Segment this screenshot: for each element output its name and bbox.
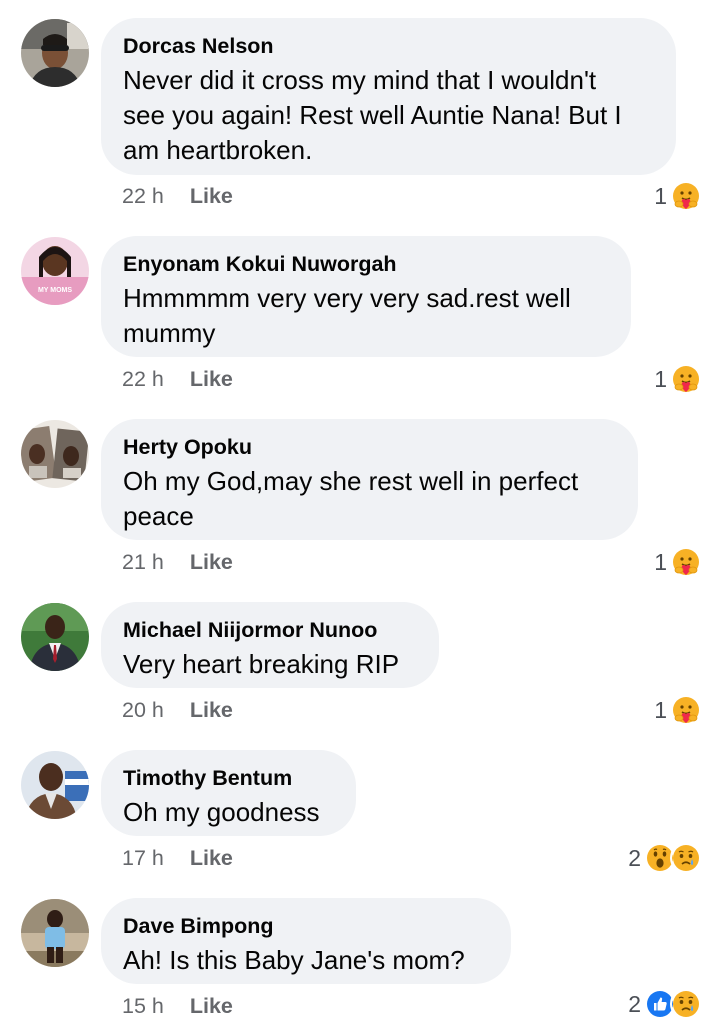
- comment-timestamp[interactable]: 20 h: [122, 698, 164, 723]
- comment-author[interactable]: Herty Opoku: [123, 434, 616, 460]
- reaction-count: 1: [654, 696, 667, 723]
- sad-reaction-icon: [670, 988, 702, 1020]
- sad-reaction-icon: [670, 842, 702, 874]
- comment-actions: 22 h Like: [122, 367, 233, 392]
- comment-actions: 20 h Like: [122, 698, 233, 723]
- reaction-summary[interactable]: 1: [654, 180, 702, 212]
- avatar[interactable]: [21, 751, 89, 819]
- care-reaction-icon: [670, 694, 702, 726]
- comment-bubble: Dorcas Nelson Never did it cross my mind…: [101, 18, 676, 175]
- comment-actions: 22 h Like: [122, 184, 233, 209]
- comment-text: Oh my God,may she rest well in perfect p…: [123, 466, 579, 531]
- avatar[interactable]: [21, 899, 89, 967]
- comment-actions: 15 h Like: [122, 994, 233, 1019]
- comment-bubble: Enyonam Kokui Nuworgah Hmmmmm very very …: [101, 236, 631, 357]
- comment-timestamp[interactable]: 22 h: [122, 367, 164, 392]
- like-button[interactable]: Like: [190, 994, 233, 1019]
- avatar[interactable]: [21, 19, 89, 87]
- like-button[interactable]: Like: [190, 184, 233, 209]
- avatar[interactable]: [21, 420, 89, 488]
- comment-author[interactable]: Timothy Bentum: [123, 765, 334, 791]
- avatar[interactable]: MY MOMS: [21, 237, 89, 305]
- comment-bubble: Michael Niijormor Nunoo Very heart break…: [101, 602, 439, 688]
- reaction-summary[interactable]: 1: [654, 694, 702, 726]
- like-button[interactable]: Like: [190, 550, 233, 575]
- comment-text: Very heart breaking RIP: [123, 649, 400, 679]
- comment-text: Oh my goodness: [123, 797, 320, 827]
- reaction-count: 2: [628, 844, 641, 871]
- reaction-count: 2: [628, 990, 641, 1017]
- like-button[interactable]: Like: [190, 846, 233, 871]
- care-reaction-icon: [670, 546, 702, 578]
- care-reaction-icon: [670, 180, 702, 212]
- like-button[interactable]: Like: [190, 698, 233, 723]
- comment-author[interactable]: Enyonam Kokui Nuworgah: [123, 251, 609, 277]
- reaction-count: 1: [654, 182, 667, 209]
- like-button[interactable]: Like: [190, 367, 233, 392]
- comment-text: Hmmmmm very very very sad.rest well mumm…: [123, 283, 571, 348]
- reaction-summary[interactable]: 1: [654, 546, 702, 578]
- reaction-count: 1: [654, 548, 667, 575]
- comment-timestamp[interactable]: 15 h: [122, 994, 164, 1019]
- avatar[interactable]: [21, 603, 89, 671]
- comment-timestamp[interactable]: 17 h: [122, 846, 164, 871]
- comment-author[interactable]: Dave Bimpong: [123, 913, 489, 939]
- comment-bubble: Dave Bimpong Ah! Is this Baby Jane's mom…: [101, 898, 511, 984]
- reaction-summary[interactable]: 2: [628, 988, 702, 1020]
- comment-timestamp[interactable]: 22 h: [122, 184, 164, 209]
- reaction-summary[interactable]: 1: [654, 363, 702, 395]
- comment-author[interactable]: Dorcas Nelson: [123, 33, 654, 59]
- avatar-logo-text: MY MOMS: [38, 287, 72, 294]
- comment-text: Never did it cross my mind that I wouldn…: [123, 65, 622, 165]
- comment-bubble: Herty Opoku Oh my God,may she rest well …: [101, 419, 638, 540]
- comment-actions: 21 h Like: [122, 550, 233, 575]
- care-reaction-icon: [670, 363, 702, 395]
- reaction-count: 1: [654, 365, 667, 392]
- comment-timestamp[interactable]: 21 h: [122, 550, 164, 575]
- comment-actions: 17 h Like: [122, 846, 233, 871]
- reaction-summary[interactable]: 2: [628, 842, 702, 874]
- comment-bubble: Timothy Bentum Oh my goodness: [101, 750, 356, 836]
- comment-text: Ah! Is this Baby Jane's mom?: [123, 945, 465, 975]
- comment-author[interactable]: Michael Niijormor Nunoo: [123, 617, 417, 643]
